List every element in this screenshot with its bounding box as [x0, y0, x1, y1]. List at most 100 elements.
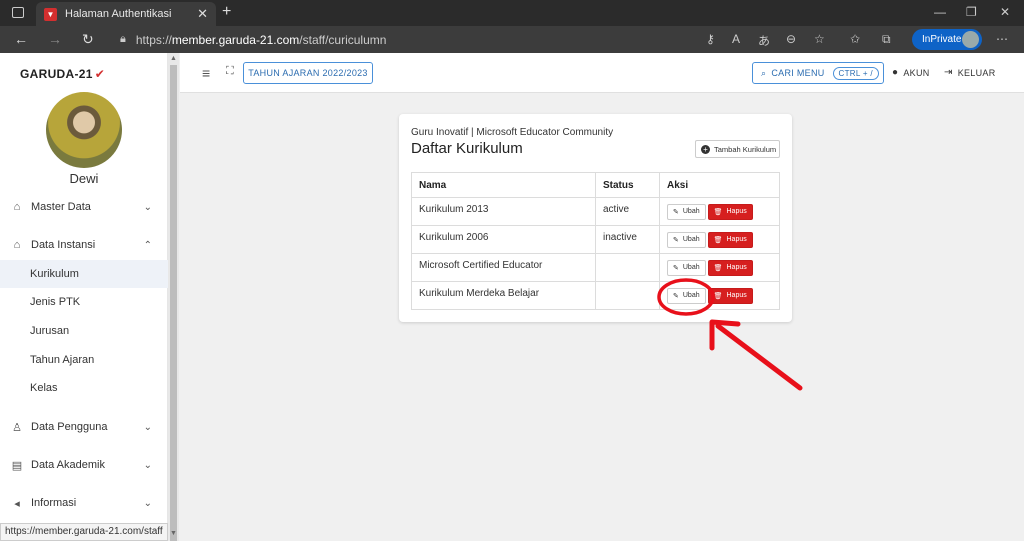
more-options-icon[interactable]: ⋯: [996, 32, 1008, 46]
sidebar-item-label: Data Akademik: [31, 459, 105, 471]
address-bar: ← → ↻ 🔒︎ https://member.garuda-21.com/st…: [0, 26, 1024, 53]
browser-tab[interactable]: ▼ Halaman Authentikasi ✕: [36, 2, 216, 26]
delete-label: Hapus: [726, 264, 747, 271]
key-icon[interactable]: ⚷: [706, 32, 715, 46]
window-menu-icon[interactable]: [12, 7, 24, 18]
restore-icon[interactable]: ❐: [966, 5, 977, 19]
chevron-down-icon: ⌄: [143, 201, 152, 213]
sidebar-item-master-data[interactable]: ⌂ Master Data ⌄: [0, 193, 168, 221]
trash-icon: 🗑︎: [713, 292, 723, 300]
cell-status: inactive: [595, 225, 660, 254]
annotation-arrow-shaft: [715, 323, 803, 391]
refresh-icon[interactable]: ↻: [82, 31, 94, 48]
sidebar-item-jurusan[interactable]: Jurusan: [0, 317, 168, 345]
delete-button[interactable]: 🗑︎ Hapus: [707, 231, 753, 248]
sidebar-item-kurikulum[interactable]: Kurikulum: [0, 260, 168, 288]
minimize-icon[interactable]: —: [934, 5, 946, 19]
search-menu-button[interactable]: ⌕ CARI MENU CTRL + /: [752, 62, 884, 84]
hamburger-menu-icon[interactable]: ≡: [202, 65, 210, 81]
close-window-icon[interactable]: ✕: [1000, 5, 1010, 19]
column-header-status: Status: [595, 172, 660, 198]
sidebar-item-data-instansi[interactable]: ⌂ Data Instansi ⌃: [0, 231, 168, 259]
edit-button[interactable]: ✎ Ubah: [667, 259, 706, 276]
status-bar-url: https://member.garuda-21.com/staff: [0, 523, 168, 541]
delete-label: Hapus: [726, 236, 747, 243]
card-subtitle: Guru Inovatif | Microsoft Educator Commu…: [411, 127, 614, 138]
add-curriculum-label: Tambah Kurikulum: [714, 144, 777, 154]
page-title: Daftar Kurikulum: [411, 140, 523, 157]
column-header-aksi: Aksi: [659, 172, 780, 198]
forward-icon[interactable]: →: [48, 31, 62, 47]
table-row: Kurikulum 2013 active ✎ Ubah 🗑︎ Hapus: [411, 197, 780, 226]
scroll-up-icon[interactable]: ▲: [170, 55, 177, 62]
sidebar-item-data-pengguna[interactable]: ♙ Data Pengguna ⌄: [0, 413, 168, 441]
search-icon: ⌕: [761, 67, 767, 78]
cell-status: [595, 253, 660, 282]
tab-close-icon[interactable]: ✕: [197, 6, 208, 22]
edit-label: Ubah: [682, 236, 700, 243]
chevron-down-icon: ⌄: [143, 497, 152, 509]
account-label: AKUN: [903, 67, 930, 78]
edit-button[interactable]: ✎ Ubah: [667, 203, 706, 220]
cell-aksi: ✎ Ubah 🗑︎ Hapus: [659, 225, 780, 254]
back-icon[interactable]: ←: [14, 31, 28, 47]
institution-icon: ⌂: [13, 239, 21, 251]
url-domain: member.garuda-21.com: [171, 32, 300, 47]
scrollbar-thumb[interactable]: [170, 65, 177, 541]
cell-status: [595, 281, 660, 310]
delete-label: Hapus: [726, 292, 747, 299]
edit-button[interactable]: ✎ Ubah: [667, 231, 706, 248]
logout-label: KELUAR: [957, 67, 996, 78]
account-link[interactable]: ● AKUN: [892, 67, 930, 78]
pencil-icon: ✎: [673, 292, 679, 300]
collections-icon[interactable]: ⧉: [882, 32, 891, 47]
sidebar-item-label: Data Instansi: [31, 239, 96, 251]
fullscreen-icon[interactable]: ⛶: [226, 65, 234, 78]
sidebar: GARUDA-21 ✔ Dewi ⌂ Master Data ⌄ ⌂ Data I…: [0, 53, 168, 541]
zoom-icon[interactable]: ⊖: [786, 32, 796, 46]
cell-nama: Kurikulum 2013: [411, 197, 596, 226]
add-curriculum-button[interactable]: + Tambah Kurikulum: [695, 140, 780, 158]
cell-aksi: ✎ Ubah 🗑︎ Hapus: [659, 281, 780, 310]
logout-link[interactable]: ⇥ KELUAR: [944, 67, 996, 78]
edit-button-highlighted[interactable]: ✎ Ubah: [667, 287, 706, 304]
cell-nama: Kurikulum Merdeka Belajar: [411, 281, 596, 310]
translate-icon[interactable]: あ: [758, 32, 770, 49]
url-prefix: https://: [135, 32, 172, 47]
tab-title: Halaman Authentikasi: [65, 8, 172, 20]
search-menu-label: CARI MENU: [771, 68, 825, 78]
sidebar-item-informasi[interactable]: ◂ Informasi ⌄: [0, 489, 168, 517]
scroll-down-icon[interactable]: ▼: [170, 530, 177, 537]
chevron-down-icon: ⌄: [143, 421, 152, 433]
new-tab-icon[interactable]: +: [222, 3, 231, 21]
delete-button[interactable]: 🗑︎ Hapus: [707, 259, 753, 276]
delete-button[interactable]: 🗑︎ Hapus: [707, 287, 753, 304]
sidebar-scrollbar[interactable]: ▲ ▼: [168, 53, 179, 541]
add-favorite-icon[interactable]: ☆: [814, 32, 825, 46]
sidebar-item-jenis-ptk[interactable]: Jenis PTK: [0, 288, 168, 316]
search-shortcut: CTRL + /: [832, 66, 879, 80]
url-field[interactable]: 🔒︎ https://member.garuda-21.com/staff/cu…: [120, 30, 720, 49]
read-aloud-icon[interactable]: A: [732, 32, 740, 46]
delete-button[interactable]: 🗑︎ Hapus: [707, 203, 753, 220]
sidebar-item-kelas[interactable]: Kelas: [0, 374, 168, 402]
account-icon: ●: [892, 67, 899, 78]
trash-icon: 🗑︎: [713, 264, 723, 272]
sidebar-item-data-akademik[interactable]: ▤ Data Akademik ⌄: [0, 451, 168, 479]
top-header: ≡ ⛶ TAHUN AJARAN 2022/2023 ⌕ CARI MENU C…: [180, 53, 1024, 93]
sidebar-item-tahun-ajaran[interactable]: Tahun Ajaran: [0, 346, 168, 374]
browser-tab-bar: ▼ Halaman Authentikasi ✕ + — ❐ ✕: [0, 0, 1024, 26]
sidebar-item-label: Master Data: [31, 201, 91, 213]
academic-year-button[interactable]: TAHUN AJARAN 2022/2023: [243, 62, 373, 84]
edit-label: Ubah: [682, 264, 700, 271]
favorites-icon[interactable]: ✩: [850, 32, 860, 46]
url-path: /staff/curiculumn: [299, 32, 387, 47]
cell-nama: Microsoft Certified Educator: [411, 253, 596, 282]
sidebar-item-label: Data Pengguna: [31, 421, 108, 433]
curriculum-table: Nama Status Aksi Kurikulum 2013 active ✎…: [411, 172, 780, 310]
brand-logo[interactable]: GARUDA-21 ✔: [20, 67, 105, 81]
column-header-nama: Nama: [411, 172, 596, 198]
edit-label: Ubah: [682, 292, 700, 299]
chevron-down-icon: ⌄: [143, 459, 152, 471]
inprivate-badge[interactable]: InPrivate: [912, 29, 982, 50]
